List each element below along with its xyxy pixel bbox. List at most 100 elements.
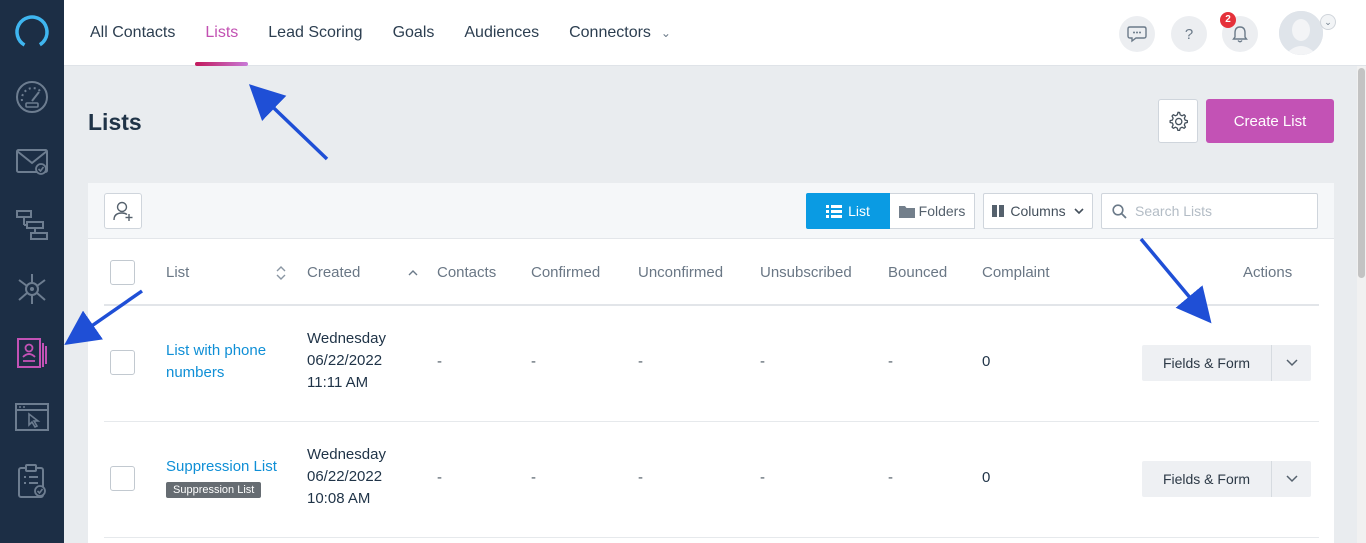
select-all-checkbox[interactable]	[110, 260, 135, 285]
columns-icon	[992, 205, 1005, 217]
suppression-list-tag: Suppression List	[166, 482, 262, 498]
row-actions: Fields & Form	[1142, 461, 1311, 497]
list-name-line: List with phone	[166, 342, 267, 359]
col-header-unsubscribed[interactable]: Unsubscribed	[760, 264, 852, 281]
col-header-contacts[interactable]: Contacts	[437, 264, 496, 281]
row-checkbox[interactable]	[110, 466, 135, 491]
settings-button[interactable]	[1158, 99, 1198, 143]
fields-form-button[interactable]: Fields & Form	[1142, 345, 1271, 381]
site-tracking-icon	[15, 403, 49, 431]
created-date: Wednesday 06/22/2022 11:11 AM	[307, 328, 386, 394]
col-header-created[interactable]: Created	[307, 264, 360, 281]
help-icon: ?	[1184, 25, 1194, 43]
list-view-icon	[826, 204, 843, 218]
tab-label: Lists	[205, 24, 239, 41]
search-input[interactable]	[1135, 203, 1305, 219]
notification-badge: 2	[1220, 12, 1236, 28]
contacts-network-icon	[18, 274, 46, 304]
search-box[interactable]	[1101, 193, 1318, 229]
list-name-line: numbers	[166, 364, 225, 381]
nav-tabs: All Contacts Lists Lead Scoring Goals Au…	[90, 0, 701, 66]
lists-card: List Folders Columns List	[88, 183, 1334, 543]
created-day: Wednesday	[307, 330, 386, 347]
confirmed-count: -	[531, 469, 536, 486]
row-divider	[104, 537, 1319, 538]
lists-icon	[17, 338, 47, 368]
table-toolbar: List Folders Columns	[88, 183, 1334, 239]
nav-site-tracking[interactable]	[0, 386, 64, 448]
col-header-list[interactable]: List	[166, 264, 189, 281]
columns-label: Columns	[1010, 203, 1066, 219]
nav-lists[interactable]	[0, 322, 64, 384]
created-date: Wednesday 06/22/2022 10:08 AM	[307, 444, 386, 510]
chevron-down-icon	[1285, 475, 1298, 483]
tab-label: Connectors	[569, 24, 651, 41]
created-time: 10:08 AM	[307, 490, 371, 507]
col-header-unconfirmed[interactable]: Unconfirmed	[638, 264, 723, 281]
chat-button[interactable]	[1119, 16, 1155, 52]
list-view-label: List	[848, 203, 870, 219]
confirmed-count: -	[531, 353, 536, 370]
list-name-line: Suppression List	[166, 458, 277, 475]
nav-contacts-network[interactable]	[0, 258, 64, 320]
created-time: 11:11 AM	[307, 374, 369, 391]
reports-icon	[18, 464, 46, 498]
add-contact-button[interactable]	[104, 193, 142, 229]
col-header-confirmed[interactable]: Confirmed	[531, 264, 600, 281]
nav-dashboard[interactable]	[0, 66, 64, 128]
list-view-toggle[interactable]: List	[806, 193, 890, 229]
sort-asc-icon[interactable]	[408, 269, 418, 276]
actions-dropdown-button[interactable]	[1271, 345, 1311, 381]
notifications-button[interactable]: 2	[1220, 12, 1258, 52]
col-header-actions: Actions	[1243, 264, 1293, 281]
top-bar: All Contacts Lists Lead Scoring Goals Au…	[64, 0, 1366, 66]
col-header-complaint[interactable]: Complaint	[982, 264, 1050, 281]
bounced-count: -	[888, 469, 893, 486]
row-divider	[104, 421, 1319, 422]
fields-form-button[interactable]: Fields & Form	[1142, 461, 1271, 497]
nav-campaigns[interactable]	[0, 130, 64, 192]
logo-icon[interactable]	[14, 14, 50, 50]
bounced-count: -	[888, 353, 893, 370]
tab-lists[interactable]: Lists	[195, 0, 249, 66]
tab-label: Goals	[392, 24, 435, 41]
help-button[interactable]: ?	[1171, 16, 1207, 52]
header-divider	[104, 304, 1319, 306]
chevron-down-icon	[1285, 359, 1298, 367]
list-name-link[interactable]: Suppression List	[166, 456, 277, 478]
unconfirmed-count: -	[638, 353, 643, 370]
chevron-down-icon	[1074, 207, 1084, 214]
folders-view-label: Folders	[918, 203, 966, 219]
create-list-button[interactable]: Create List	[1206, 99, 1334, 143]
list-name-link[interactable]: List with phone numbers	[166, 340, 266, 384]
tab-label: Lead Scoring	[268, 24, 363, 41]
columns-dropdown[interactable]: Columns	[983, 193, 1093, 229]
unsubscribed-count: -	[760, 469, 765, 486]
tab-audiences[interactable]: Audiences	[464, 0, 539, 66]
complaint-count: 0	[982, 469, 991, 486]
contacts-count: -	[437, 353, 442, 370]
row-checkbox[interactable]	[110, 350, 135, 375]
bell-icon	[1232, 26, 1248, 43]
scrollbar-thumb[interactable]	[1358, 68, 1365, 278]
tab-lead-scoring[interactable]: Lead Scoring	[268, 0, 362, 66]
avatar[interactable]	[1279, 11, 1323, 55]
folders-view-toggle[interactable]: Folders	[890, 193, 975, 229]
account-menu-chevron-icon[interactable]: ⌄	[1320, 14, 1336, 30]
dashboard-icon	[16, 81, 48, 113]
tab-goals[interactable]: Goals	[393, 0, 435, 66]
tab-label: All Contacts	[90, 24, 176, 41]
nav-automations[interactable]	[0, 194, 64, 256]
created-date-value: 06/22/2022	[307, 352, 383, 369]
complaint-count: 0	[982, 353, 991, 370]
folder-icon	[898, 205, 915, 218]
actions-dropdown-button[interactable]	[1271, 461, 1311, 497]
unsubscribed-count: -	[760, 353, 765, 370]
gear-icon	[1169, 111, 1188, 131]
tab-all-contacts[interactable]: All Contacts	[90, 0, 175, 66]
nav-reports[interactable]	[0, 450, 64, 512]
add-user-icon	[113, 201, 133, 221]
tab-connectors[interactable]: Connectors ⌄	[569, 0, 671, 66]
sort-both-icon[interactable]	[276, 266, 286, 280]
col-header-bounced[interactable]: Bounced	[888, 264, 947, 281]
